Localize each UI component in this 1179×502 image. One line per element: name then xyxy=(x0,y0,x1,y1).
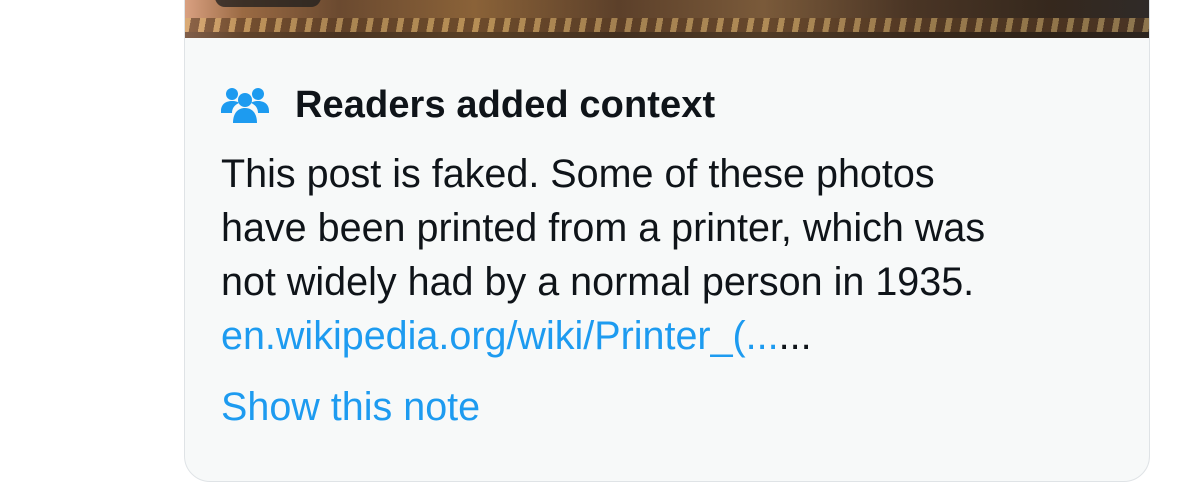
note-link-line: en.wikipedia.org/wiki/Printer_(...... xyxy=(221,309,1121,363)
note-text-line: not widely had by a normal person in 193… xyxy=(221,260,975,304)
note-text-line: This post is faked. Some of these photos xyxy=(221,152,935,196)
people-icon xyxy=(221,88,269,123)
media-image-edge xyxy=(185,32,1149,38)
source-link[interactable]: en.wikipedia.org/wiki/Printer_(... xyxy=(221,314,779,358)
media-image-texture xyxy=(185,18,1149,32)
link-ellipsis: ... xyxy=(778,314,812,358)
note-title: Readers added context xyxy=(295,83,716,126)
post-media-image[interactable] xyxy=(185,0,1149,38)
note-header: Readers added context xyxy=(221,83,715,127)
community-note-card: Readers added context This post is faked… xyxy=(184,0,1150,482)
media-overlay-badge xyxy=(215,0,321,7)
note-body: This post is faked. Some of these photos… xyxy=(221,147,1121,363)
note-text-line: have been printed from a printer, which … xyxy=(221,206,986,250)
show-note-button[interactable]: Show this note xyxy=(221,383,480,431)
